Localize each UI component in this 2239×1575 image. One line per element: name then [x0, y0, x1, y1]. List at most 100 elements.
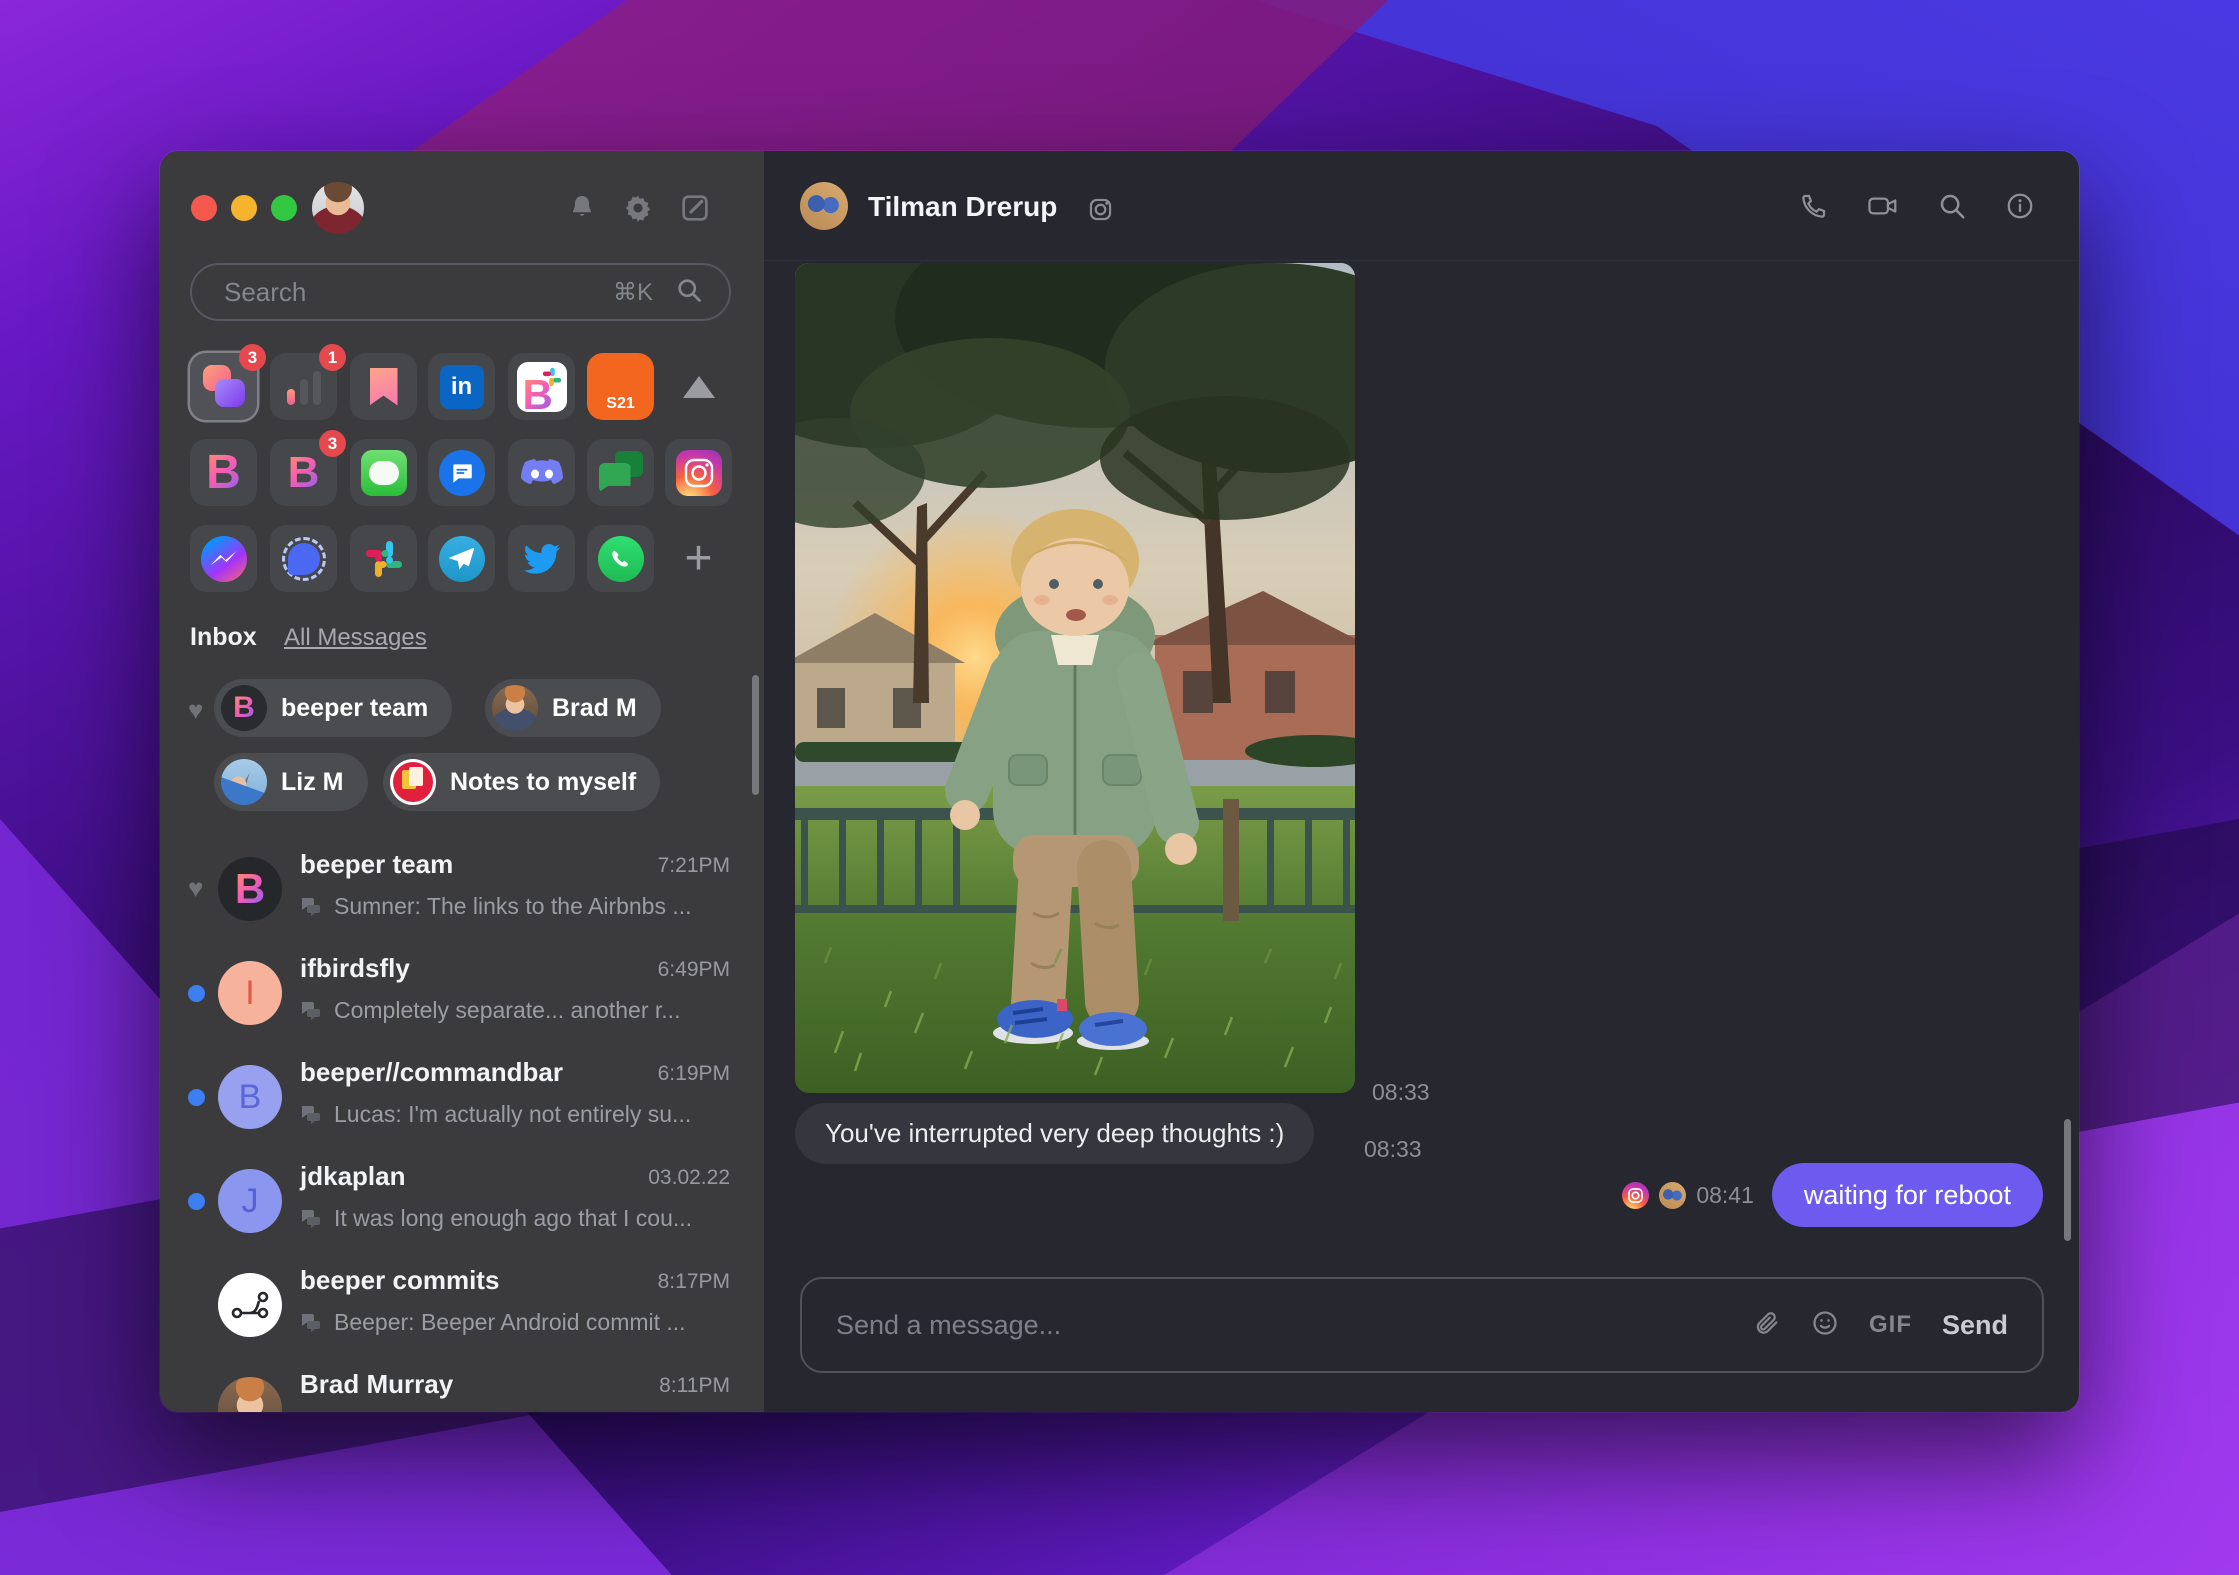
network-filter-twitter[interactable]	[508, 525, 575, 592]
zoom-window-button[interactable]	[271, 195, 297, 221]
chat-avatar	[218, 1273, 282, 1337]
incoming-message-bubble[interactable]: You've interrupted very deep thoughts :)	[795, 1103, 1315, 1164]
favorite-chat-liz-m[interactable]: Liz M	[214, 753, 368, 811]
telegram-icon	[438, 535, 485, 582]
chat-network-icon	[301, 897, 320, 916]
chat-row-jdkaplan[interactable]: J jdkaplan 03.02.22 It was long enough a…	[160, 1149, 764, 1253]
unread-badge: 1	[319, 344, 346, 371]
network-filter-instagram[interactable]	[665, 439, 732, 506]
chat-row-brad-murray[interactable]: Brad Murray 8:11PM	[160, 1357, 764, 1412]
chat-row-beeper-team[interactable]: ♥ B beeper team 7:21PM Sumner: The links…	[160, 837, 764, 941]
chat-network-icon	[301, 1105, 320, 1124]
beeper-chats-icon	[201, 364, 247, 409]
network-filter-beeper-unread[interactable]: B 3	[270, 430, 346, 506]
chat-row-beeper-commits[interactable]: beeper commits 8:17PM Beeper: Beeper And…	[160, 1253, 764, 1357]
beeper-team-avatar: B	[221, 685, 267, 731]
unread-dot	[188, 1193, 205, 1210]
toddler-photo	[795, 263, 1355, 1093]
network-filter-linkedin[interactable]: in	[428, 353, 495, 420]
network-filter-beeper[interactable]: B	[190, 439, 257, 506]
chat-preview: Lucas: I'm actually not entirely su...	[334, 1101, 692, 1127]
s21-label: S21	[606, 395, 635, 412]
chat-avatar	[218, 1377, 282, 1412]
read-receipt-avatar	[1659, 1181, 1687, 1209]
send-button[interactable]: Send	[1942, 1310, 2008, 1341]
network-filter-messenger[interactable]	[190, 525, 257, 592]
attachment-paperclip-icon[interactable]	[1753, 1309, 1781, 1342]
network-filter-low-priority[interactable]: 1	[270, 344, 346, 420]
beeper-slack-icon: B	[516, 361, 567, 412]
unread-dot	[188, 985, 205, 1002]
network-filter-discord[interactable]	[508, 439, 575, 506]
chat-name: beeper commits	[300, 1265, 500, 1295]
network-filter-slack[interactable]	[350, 525, 417, 592]
search-input[interactable]	[224, 276, 613, 308]
favorite-chat-beeper-team[interactable]: B beeper team	[214, 679, 453, 737]
whatsapp-icon	[597, 535, 644, 582]
unread-dot	[188, 1089, 205, 1106]
chat-row-beeper-commandbar[interactable]: B beeper//commandbar 6:19PM Lucas: I'm a…	[160, 1045, 764, 1149]
add-network-button[interactable]: +	[665, 525, 732, 592]
network-filter-google-chat[interactable]	[587, 439, 654, 506]
network-filter-imessage[interactable]	[350, 439, 417, 506]
chat-time: 03.02.22	[648, 1166, 730, 1189]
contact-avatar[interactable]	[800, 182, 848, 230]
bar-chart-icon	[286, 369, 321, 405]
minimize-window-button[interactable]	[231, 195, 257, 221]
network-filter-signal[interactable]	[270, 525, 337, 592]
search-bar: ⌘K	[190, 263, 731, 321]
network-filter-sms[interactable]	[428, 439, 495, 506]
favorite-label: beeper team	[281, 693, 429, 722]
beeper-icon: B	[287, 447, 320, 497]
close-window-button[interactable]	[191, 195, 217, 221]
chat-name: beeper team	[300, 849, 454, 879]
chat-time: 6:49PM	[657, 958, 730, 981]
signal-icon	[281, 536, 326, 581]
chat-name: ifbirdsfly	[300, 953, 410, 983]
bookmark-icon	[369, 367, 398, 406]
collapse-networks-button[interactable]	[665, 353, 732, 420]
video-call-icon[interactable]	[1867, 191, 1899, 226]
compose-new-chat-icon[interactable]	[679, 192, 711, 224]
favorite-chat-brad-m[interactable]: Brad M	[485, 679, 661, 737]
favorite-label: Brad M	[552, 693, 637, 722]
settings-gear-icon[interactable]	[622, 192, 654, 224]
message-timestamp: 08:33	[1372, 1079, 1430, 1105]
network-filter-s21[interactable]: S21	[587, 353, 654, 420]
all-messages-link[interactable]: All Messages	[284, 624, 427, 652]
chat-name: beeper//commandbar	[300, 1057, 563, 1087]
instagram-receipt-icon	[1622, 1181, 1650, 1209]
messenger-icon	[200, 535, 247, 582]
favorite-chat-notes-to-myself[interactable]: Notes to myself	[383, 753, 661, 811]
inbox-label: Inbox	[190, 623, 257, 651]
chevron-up-icon	[682, 375, 715, 398]
network-filter-telegram[interactable]	[428, 525, 495, 592]
network-filter-beeper-chats[interactable]: 3	[190, 344, 266, 420]
photo-message[interactable]	[795, 263, 1355, 1093]
unread-badge: 3	[239, 344, 266, 371]
outgoing-message-bubble[interactable]: waiting for reboot	[1771, 1163, 2043, 1227]
outgoing-message-text: waiting for reboot	[1803, 1179, 2011, 1210]
google-chat-icon	[598, 450, 643, 495]
call-phone-icon[interactable]	[1799, 191, 1829, 226]
chat-preview: Completely separate... another r...	[334, 997, 681, 1023]
network-filter-bookmarks[interactable]	[350, 353, 417, 420]
favorite-label: Notes to myself	[450, 767, 637, 796]
chat-time: 8:17PM	[657, 1270, 730, 1293]
user-avatar[interactable]	[312, 182, 364, 234]
network-filter-beeper-slack[interactable]: B	[508, 353, 575, 420]
message-input[interactable]	[836, 1309, 1723, 1341]
outgoing-timestamp: 08:41	[1696, 1181, 1754, 1208]
chat-row-ifbirdsfly[interactable]: I ifbirdsfly 6:49PM Completely separate.…	[160, 941, 764, 1045]
chat-scrollbar[interactable]	[2064, 1119, 2071, 1241]
notifications-bell-icon[interactable]	[566, 192, 598, 224]
network-filter-whatsapp[interactable]	[587, 525, 654, 592]
search-icon[interactable]	[675, 276, 703, 309]
gif-button[interactable]: GIF	[1869, 1311, 1912, 1339]
message-timestamp: 08:33	[1364, 1136, 1422, 1162]
sidebar-scrollbar[interactable]	[752, 675, 759, 795]
emoji-icon[interactable]	[1811, 1309, 1839, 1342]
chat-info-icon[interactable]	[2005, 191, 2035, 226]
search-in-chat-icon[interactable]	[1937, 191, 1967, 226]
beeper-icon: B	[206, 445, 241, 499]
